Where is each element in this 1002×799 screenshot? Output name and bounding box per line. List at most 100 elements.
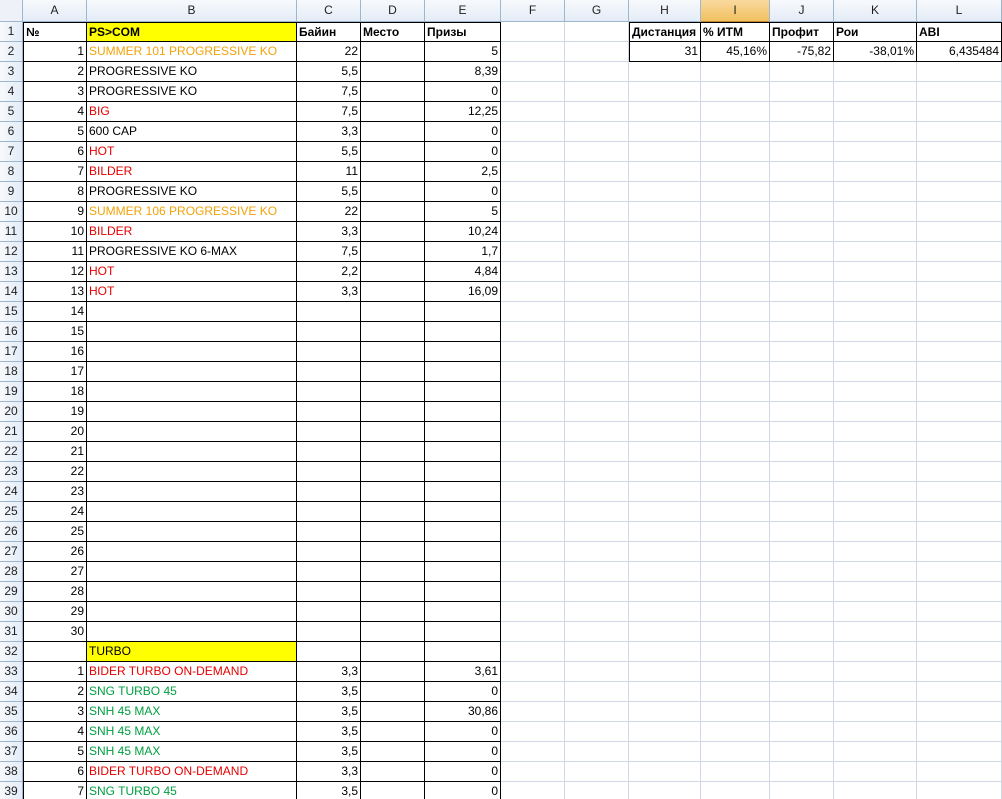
- column-header-a[interactable]: A: [23, 0, 87, 22]
- row-header-22[interactable]: 22: [0, 442, 23, 462]
- cell-empty[interactable]: [501, 662, 565, 682]
- cell-tournament-name[interactable]: HOT: [87, 262, 297, 282]
- cell-place[interactable]: [361, 162, 425, 182]
- cell-tournament-name[interactable]: 600 CAP: [87, 122, 297, 142]
- cell-empty[interactable]: [770, 562, 834, 582]
- cell-tournament-name[interactable]: [87, 442, 297, 462]
- cell-empty[interactable]: [917, 762, 1002, 782]
- cell-empty[interactable]: [834, 742, 917, 762]
- cell-empty[interactable]: [501, 142, 565, 162]
- cell-empty[interactable]: [834, 462, 917, 482]
- cell-empty[interactable]: [501, 502, 565, 522]
- row-header-23[interactable]: 23: [0, 462, 23, 482]
- cell-empty[interactable]: [770, 322, 834, 342]
- cell-empty[interactable]: [701, 542, 770, 562]
- row-header-4[interactable]: 4: [0, 82, 23, 102]
- cell-num[interactable]: 3: [23, 702, 87, 722]
- cell-empty[interactable]: [701, 182, 770, 202]
- cell-empty[interactable]: [701, 342, 770, 362]
- cell-buyin[interactable]: [297, 422, 361, 442]
- row-header-1[interactable]: 1: [0, 22, 23, 42]
- cell-empty[interactable]: [701, 482, 770, 502]
- cell-empty[interactable]: [770, 742, 834, 762]
- cell-empty[interactable]: [834, 642, 917, 662]
- cell-place[interactable]: [361, 702, 425, 722]
- cell-empty[interactable]: [565, 782, 629, 799]
- cell-place[interactable]: [361, 82, 425, 102]
- cell-empty[interactable]: [770, 762, 834, 782]
- cell-place[interactable]: [361, 202, 425, 222]
- cell-empty[interactable]: [701, 682, 770, 702]
- cell-num[interactable]: 20: [23, 422, 87, 442]
- cell-empty[interactable]: [701, 582, 770, 602]
- cell-place[interactable]: [361, 662, 425, 682]
- cell-empty[interactable]: [565, 262, 629, 282]
- stats-value[interactable]: 31: [629, 42, 701, 62]
- cell-empty[interactable]: [701, 762, 770, 782]
- cell-empty[interactable]: [834, 702, 917, 722]
- cell-tournament-name[interactable]: HOT: [87, 142, 297, 162]
- cell-num[interactable]: 25: [23, 522, 87, 542]
- cell-empty[interactable]: [834, 302, 917, 322]
- column-header-f[interactable]: F: [501, 0, 565, 22]
- cell-empty[interactable]: [565, 382, 629, 402]
- cell-tournament-name[interactable]: SUMMER 106 PROGRESSIVE KO: [87, 202, 297, 222]
- cell-prize[interactable]: [425, 642, 501, 662]
- cell-num[interactable]: 30: [23, 622, 87, 642]
- stats-header[interactable]: ABI: [917, 22, 1002, 42]
- cell-buyin[interactable]: [297, 362, 361, 382]
- cell-empty[interactable]: [917, 222, 1002, 242]
- cell-empty[interactable]: [701, 322, 770, 342]
- cell-empty[interactable]: [629, 142, 701, 162]
- cell-empty[interactable]: [629, 502, 701, 522]
- cell-empty[interactable]: [565, 442, 629, 462]
- cell-empty[interactable]: [834, 222, 917, 242]
- cell-empty[interactable]: [701, 202, 770, 222]
- row-header-8[interactable]: 8: [0, 162, 23, 182]
- cell-empty[interactable]: [629, 782, 701, 799]
- cell-empty[interactable]: [501, 162, 565, 182]
- cell-empty[interactable]: [565, 22, 629, 42]
- cell-num[interactable]: 8: [23, 182, 87, 202]
- stats-value[interactable]: -75,82: [770, 42, 834, 62]
- cell-prize[interactable]: 5: [425, 202, 501, 222]
- cell-empty[interactable]: [501, 102, 565, 122]
- cell-empty[interactable]: [565, 682, 629, 702]
- cell-empty[interactable]: [770, 282, 834, 302]
- cell-place[interactable]: [361, 602, 425, 622]
- cell-buyin[interactable]: [297, 522, 361, 542]
- cell-buyin[interactable]: 2,2: [297, 262, 361, 282]
- cell-prize[interactable]: 0: [425, 142, 501, 162]
- cell-buyin[interactable]: [297, 462, 361, 482]
- cell-prize[interactable]: [425, 462, 501, 482]
- cell-tournament-name[interactable]: [87, 622, 297, 642]
- cell-buyin[interactable]: 5,5: [297, 142, 361, 162]
- column-header-c[interactable]: C: [297, 0, 361, 22]
- cell-empty[interactable]: [917, 342, 1002, 362]
- cell-empty[interactable]: [565, 302, 629, 322]
- cell-empty[interactable]: [917, 702, 1002, 722]
- cell-tournament-name[interactable]: SNH 45 MAX: [87, 702, 297, 722]
- cell-empty[interactable]: [917, 122, 1002, 142]
- cell-buyin[interactable]: [297, 562, 361, 582]
- cell-empty[interactable]: [917, 362, 1002, 382]
- cell-place[interactable]: [361, 42, 425, 62]
- row-header-21[interactable]: 21: [0, 422, 23, 442]
- row-header-35[interactable]: 35: [0, 702, 23, 722]
- cell-place[interactable]: [361, 422, 425, 442]
- cell-empty[interactable]: [501, 262, 565, 282]
- cell-place[interactable]: [361, 642, 425, 662]
- cell-buyin[interactable]: 3,3: [297, 282, 361, 302]
- cell-empty[interactable]: [834, 762, 917, 782]
- cell-empty[interactable]: [629, 642, 701, 662]
- cell-prize[interactable]: 4,84: [425, 262, 501, 282]
- cell-empty[interactable]: [565, 242, 629, 262]
- cell-empty[interactable]: [629, 542, 701, 562]
- cell-empty[interactable]: [770, 262, 834, 282]
- cell-num[interactable]: 4: [23, 102, 87, 122]
- row-header-7[interactable]: 7: [0, 142, 23, 162]
- row-header-16[interactable]: 16: [0, 322, 23, 342]
- cell-empty[interactable]: [917, 662, 1002, 682]
- cell-prize[interactable]: 5: [425, 42, 501, 62]
- cell-empty[interactable]: [917, 82, 1002, 102]
